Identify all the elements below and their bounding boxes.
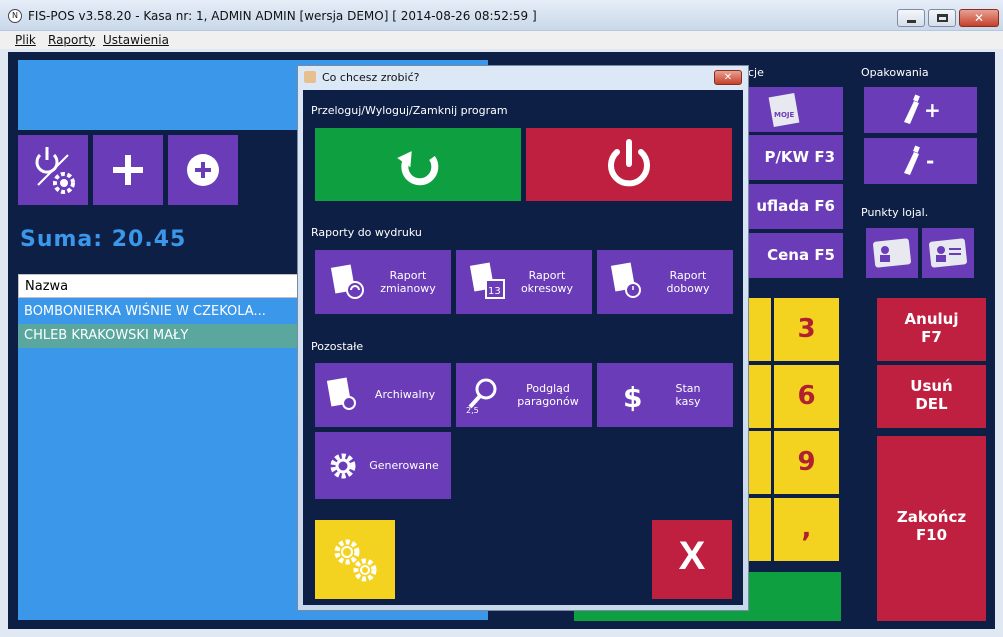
- minimize-icon: [907, 20, 916, 23]
- dialog-title: Co chcesz zrobić?: [322, 71, 420, 84]
- moje-label: MOJE: [774, 111, 795, 119]
- stan-kasy-line1: Stan: [675, 382, 701, 395]
- zakoncz-button[interactable]: Zakończ F10: [877, 436, 986, 621]
- loyalty-card-icon: [929, 238, 967, 268]
- minimize-button[interactable]: [897, 9, 925, 27]
- anuluj-shortcut: F7: [921, 328, 942, 346]
- power-gear-icon: [35, 147, 75, 194]
- szuflada-label: uflada F6: [756, 197, 835, 215]
- gears-icon: [334, 539, 377, 582]
- x-icon: X: [678, 534, 706, 578]
- menu-bar: Plik Raporty Ustawienia: [0, 31, 1003, 49]
- dollar-symbol: $: [623, 381, 642, 414]
- window-titlebar: N FIS-POS v3.58.20 - Kasa nr: 1, ADMIN A…: [0, 0, 1003, 31]
- raport-zmianowy-line1: Raport: [389, 269, 427, 282]
- operations-header: cje: [748, 66, 764, 79]
- raport-okresowy-line1: Raport: [528, 269, 566, 282]
- zakoncz-label: Zakończ: [896, 508, 967, 526]
- section-reports: Raporty do wydruku: [311, 226, 422, 239]
- podglad-line1: Podgląd: [526, 382, 570, 395]
- cena-label: Cena F5: [767, 246, 835, 264]
- action-dialog: Co chcesz zrobić? ✕ Przeloguj/Wyloguj/Za…: [297, 65, 749, 611]
- logout-settings-button[interactable]: [18, 135, 88, 205]
- app-icon: N: [8, 9, 22, 23]
- usun-shortcut: DEL: [915, 395, 948, 413]
- stan-kasy-button[interactable]: $ Stan kasy: [597, 363, 733, 427]
- menu-plik[interactable]: Plik: [15, 33, 36, 47]
- loyalty-card-button-1[interactable]: [866, 228, 918, 278]
- bottle-plus-icon: +: [904, 94, 941, 124]
- maximize-button[interactable]: [928, 9, 956, 27]
- raport-dobowy-line1: Raport: [669, 269, 707, 282]
- key-3[interactable]: 3: [774, 298, 839, 361]
- window-title: FIS-POS v3.58.20 - Kasa nr: 1, ADMIN ADM…: [28, 9, 537, 23]
- maximize-icon: [937, 14, 948, 22]
- zakoncz-shortcut: F10: [915, 526, 948, 544]
- opakowania-header: Opakowania: [861, 66, 929, 79]
- power-off-button[interactable]: [526, 128, 732, 201]
- podglad-paragonow-button[interactable]: 2,5 Podgląd paragonów: [456, 363, 592, 427]
- close-icon: ✕: [973, 11, 985, 25]
- podglad-digits: 2,5: [466, 406, 479, 415]
- add-circle-button[interactable]: [168, 135, 238, 205]
- list-item[interactable]: CHLEB KRAKOWSKI MAŁY: [18, 324, 308, 348]
- list-item[interactable]: BOMBONIERKA WIŚNIE W CZEKOLA...: [18, 300, 308, 324]
- moje-rachunki-button[interactable]: MOJE: [741, 87, 843, 132]
- dialog-close-button[interactable]: ✕: [714, 70, 742, 85]
- raport-okresowy-line2: okresowy: [520, 282, 574, 295]
- anuluj-label: Anuluj: [904, 310, 959, 328]
- relogin-button[interactable]: [315, 128, 521, 201]
- anuluj-button[interactable]: Anuluj F7: [877, 298, 986, 361]
- raport-dobowy-line2: dobowy: [666, 282, 710, 295]
- total-sum: Suma: 20.45: [20, 227, 187, 252]
- raport-zmianowy-line2: zmianowy: [380, 282, 436, 295]
- refresh-icon: [397, 151, 439, 186]
- opakowanie-plus-button[interactable]: +: [864, 87, 977, 133]
- okresowy-badge: 13: [488, 286, 501, 297]
- pkw-label: P/KW F3: [764, 148, 835, 166]
- plus-symbol: +: [924, 98, 941, 122]
- raport-zmianowy-button[interactable]: Raport zmianowy: [315, 250, 451, 314]
- add-button[interactable]: [93, 135, 163, 205]
- list-header-name[interactable]: Nazwa: [18, 274, 298, 298]
- power-icon: [608, 139, 650, 187]
- key-comma[interactable]: ,: [774, 498, 839, 561]
- close-window-button[interactable]: ✕: [959, 9, 999, 27]
- archiwalny-button[interactable]: Archiwalny: [315, 363, 451, 427]
- section-session: Przeloguj/Wyloguj/Zamknij program: [311, 104, 508, 117]
- settings-button[interactable]: [315, 520, 395, 599]
- dialog-titlebar: Co chcesz zrobić? ✕: [298, 66, 748, 90]
- receipt-icon: MOJE: [768, 92, 800, 128]
- section-other: Pozostałe: [311, 340, 364, 353]
- punkty-header: Punkty lojal.: [861, 206, 929, 219]
- loyalty-card-button-2[interactable]: [922, 228, 974, 278]
- szuflada-button[interactable]: uflada F6: [741, 184, 843, 229]
- menu-raporty[interactable]: Raporty: [48, 33, 95, 47]
- stan-kasy-line2: kasy: [675, 395, 701, 408]
- plus-circle-icon: [187, 154, 219, 186]
- raport-okresowy-button[interactable]: 13 Raport okresowy: [456, 250, 592, 314]
- loyalty-card-icon: [873, 238, 911, 268]
- key-6[interactable]: 6: [774, 365, 839, 428]
- cena-button[interactable]: Cena F5: [741, 233, 843, 278]
- dialog-icon: [304, 71, 316, 83]
- usun-label: Usuń: [910, 377, 953, 395]
- generowane-label: Generowane: [369, 459, 439, 472]
- menu-ustawienia[interactable]: Ustawienia: [103, 33, 169, 47]
- bottle-minus-icon: -: [904, 145, 934, 175]
- usun-button[interactable]: Usuń DEL: [877, 365, 986, 428]
- raport-dobowy-button[interactable]: Raport dobowy: [597, 250, 733, 314]
- pkw-button[interactable]: P/KW F3: [741, 135, 843, 180]
- dialog-body: Przeloguj/Wyloguj/Zamknij program Raport…: [303, 90, 743, 605]
- key-9[interactable]: 9: [774, 431, 839, 494]
- plus-icon: [113, 155, 143, 185]
- archiwalny-label: Archiwalny: [374, 388, 436, 401]
- close-dialog-x-button[interactable]: X: [652, 520, 732, 599]
- minus-symbol: -: [926, 149, 934, 173]
- generowane-button[interactable]: Generowane: [315, 432, 451, 499]
- opakowanie-minus-button[interactable]: -: [864, 138, 977, 184]
- podglad-line2: paragonów: [517, 395, 579, 408]
